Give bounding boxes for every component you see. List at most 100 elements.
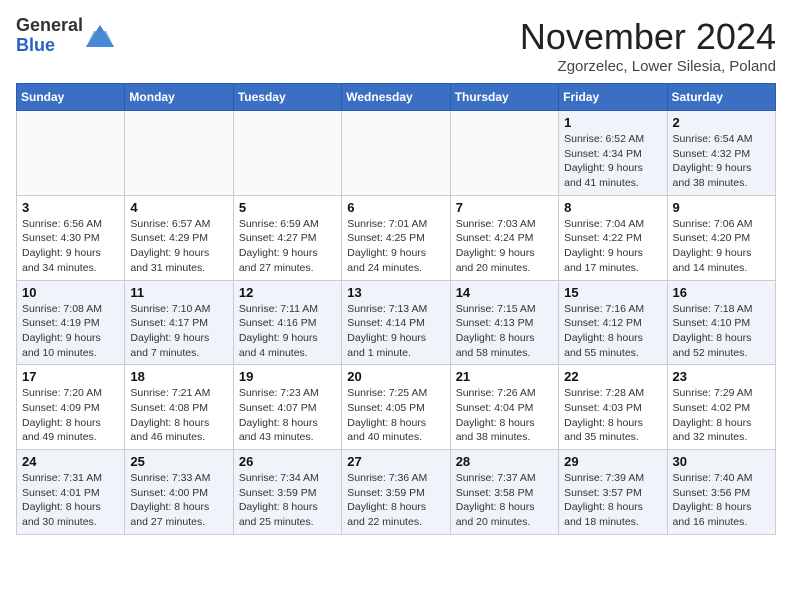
weekday-header: Wednesday <box>342 84 450 111</box>
day-number: 2 <box>673 115 770 130</box>
day-number: 14 <box>456 285 553 300</box>
day-number: 1 <box>564 115 661 130</box>
calendar-cell: 9Sunrise: 7:06 AM Sunset: 4:20 PM Daylig… <box>667 195 775 280</box>
day-info: Sunrise: 6:52 AM Sunset: 4:34 PM Dayligh… <box>564 132 661 191</box>
calendar-cell: 27 Sunrise: 7:36 AM Sunset: 3:59 PM Dayli… <box>342 450 450 535</box>
day-number: 15 <box>564 285 661 300</box>
calendar-cell: 11 Sunrise: 7:10 AM Sunset: 4:17 PM Dayli… <box>125 280 233 365</box>
calendar-week-row: 10Sunrise: 7:08 AM Sunset: 4:19 PM Dayli… <box>17 280 776 365</box>
calendar-cell: 3 Sunrise: 6:56 AM Sunset: 4:30 PM Daylig… <box>17 195 125 280</box>
day-info: Sunrise: 7:34 AM Sunset: 3:59 PM Dayligh… <box>239 471 336 530</box>
calendar-cell: 6 Sunrise: 7:01 AM Sunset: 4:25 PM Daylig… <box>342 195 450 280</box>
calendar-cell: 5 Sunrise: 6:59 AM Sunset: 4:27 PM Daylig… <box>233 195 341 280</box>
calendar-week-row: 24Sunrise: 7:31 AM Sunset: 4:01 PM Dayli… <box>17 450 776 535</box>
calendar-cell <box>342 111 450 196</box>
day-number: 23 <box>673 369 770 384</box>
day-info: Sunrise: 7:33 AM Sunset: 4:00 PM Dayligh… <box>130 471 227 530</box>
weekday-header: Friday <box>559 84 667 111</box>
day-number: 28 <box>456 454 553 469</box>
day-info: Sunrise: 7:36 AM Sunset: 3:59 PM Dayligh… <box>347 471 444 530</box>
day-info: Sunrise: 7:29 AM Sunset: 4:02 PM Dayligh… <box>673 386 770 445</box>
day-number: 12 <box>239 285 336 300</box>
calendar-cell: 21Sunrise: 7:26 AM Sunset: 4:04 PM Dayli… <box>450 365 558 450</box>
day-number: 5 <box>239 200 336 215</box>
calendar-cell <box>233 111 341 196</box>
day-info: Sunrise: 7:20 AM Sunset: 4:09 PM Dayligh… <box>22 386 119 445</box>
calendar-cell: 15 Sunrise: 7:16 AM Sunset: 4:12 PM Dayli… <box>559 280 667 365</box>
calendar-cell: 19 Sunrise: 7:23 AM Sunset: 4:07 PM Dayli… <box>233 365 341 450</box>
day-number: 16 <box>673 285 770 300</box>
calendar-cell: 28Sunrise: 7:37 AM Sunset: 3:58 PM Dayli… <box>450 450 558 535</box>
calendar-cell: 13 Sunrise: 7:13 AM Sunset: 4:14 PM Dayli… <box>342 280 450 365</box>
day-info: Sunrise: 6:54 AM Sunset: 4:32 PM Dayligh… <box>673 132 770 191</box>
day-number: 10 <box>22 285 119 300</box>
month-title: November 2024 <box>520 16 776 58</box>
day-number: 13 <box>347 285 444 300</box>
location: Zgorzelec, Lower Silesia, Poland <box>520 58 776 75</box>
day-number: 7 <box>456 200 553 215</box>
day-number: 24 <box>22 454 119 469</box>
calendar-week-row: 3 Sunrise: 6:56 AM Sunset: 4:30 PM Daylig… <box>17 195 776 280</box>
day-info: Sunrise: 7:18 AM Sunset: 4:10 PM Dayligh… <box>673 302 770 361</box>
day-number: 27 <box>347 454 444 469</box>
title-area: November 2024 Zgorzelec, Lower Silesia, … <box>520 16 776 75</box>
day-number: 11 <box>130 285 227 300</box>
calendar-cell: 4Sunrise: 6:57 AM Sunset: 4:29 PM Daylig… <box>125 195 233 280</box>
weekday-header: Sunday <box>17 84 125 111</box>
day-number: 4 <box>130 200 227 215</box>
day-info: Sunrise: 7:26 AM Sunset: 4:04 PM Dayligh… <box>456 386 553 445</box>
weekday-header: Tuesday <box>233 84 341 111</box>
calendar-cell: 24Sunrise: 7:31 AM Sunset: 4:01 PM Dayli… <box>17 450 125 535</box>
calendar-cell: 22Sunrise: 7:28 AM Sunset: 4:03 PM Dayli… <box>559 365 667 450</box>
day-info: Sunrise: 7:21 AM Sunset: 4:08 PM Dayligh… <box>130 386 227 445</box>
calendar-cell: 17 Sunrise: 7:20 AM Sunset: 4:09 PM Dayli… <box>17 365 125 450</box>
day-number: 20 <box>347 369 444 384</box>
calendar-cell: 8 Sunrise: 7:04 AM Sunset: 4:22 PM Daylig… <box>559 195 667 280</box>
weekday-header: Monday <box>125 84 233 111</box>
calendar-week-row: 1 Sunrise: 6:52 AM Sunset: 4:34 PM Daylig… <box>17 111 776 196</box>
day-info: Sunrise: 7:06 AM Sunset: 4:20 PM Dayligh… <box>673 217 770 276</box>
day-number: 18 <box>130 369 227 384</box>
day-info: Sunrise: 7:16 AM Sunset: 4:12 PM Dayligh… <box>564 302 661 361</box>
day-info: Sunrise: 7:13 AM Sunset: 4:14 PM Dayligh… <box>347 302 444 361</box>
calendar-cell: 25 Sunrise: 7:33 AM Sunset: 4:00 PM Dayli… <box>125 450 233 535</box>
calendar-cell: 14 Sunrise: 7:15 AM Sunset: 4:13 PM Dayli… <box>450 280 558 365</box>
day-info: Sunrise: 7:03 AM Sunset: 4:24 PM Dayligh… <box>456 217 553 276</box>
logo-icon <box>86 25 114 47</box>
weekday-header: Thursday <box>450 84 558 111</box>
calendar-cell <box>17 111 125 196</box>
calendar-cell: 12Sunrise: 7:11 AM Sunset: 4:16 PM Dayli… <box>233 280 341 365</box>
day-info: Sunrise: 7:23 AM Sunset: 4:07 PM Dayligh… <box>239 386 336 445</box>
day-info: Sunrise: 7:25 AM Sunset: 4:05 PM Dayligh… <box>347 386 444 445</box>
day-number: 8 <box>564 200 661 215</box>
weekday-header-row: SundayMondayTuesdayWednesdayThursdayFrid… <box>17 84 776 111</box>
day-info: Sunrise: 7:39 AM Sunset: 3:57 PM Dayligh… <box>564 471 661 530</box>
day-number: 25 <box>130 454 227 469</box>
calendar-cell: 30Sunrise: 7:40 AM Sunset: 3:56 PM Dayli… <box>667 450 775 535</box>
day-number: 19 <box>239 369 336 384</box>
day-info: Sunrise: 7:15 AM Sunset: 4:13 PM Dayligh… <box>456 302 553 361</box>
day-info: Sunrise: 6:56 AM Sunset: 4:30 PM Dayligh… <box>22 217 119 276</box>
calendar-cell: 18 Sunrise: 7:21 AM Sunset: 4:08 PM Dayli… <box>125 365 233 450</box>
calendar-cell: 23 Sunrise: 7:29 AM Sunset: 4:02 PM Dayli… <box>667 365 775 450</box>
calendar-cell <box>125 111 233 196</box>
day-info: Sunrise: 7:01 AM Sunset: 4:25 PM Dayligh… <box>347 217 444 276</box>
day-number: 30 <box>673 454 770 469</box>
day-info: Sunrise: 7:10 AM Sunset: 4:17 PM Dayligh… <box>130 302 227 361</box>
logo: General Blue <box>16 16 114 56</box>
day-number: 3 <box>22 200 119 215</box>
day-number: 17 <box>22 369 119 384</box>
day-info: Sunrise: 6:59 AM Sunset: 4:27 PM Dayligh… <box>239 217 336 276</box>
logo-general: General <box>16 15 83 35</box>
calendar-cell <box>450 111 558 196</box>
calendar-cell: 2 Sunrise: 6:54 AM Sunset: 4:32 PM Daylig… <box>667 111 775 196</box>
day-info: Sunrise: 7:28 AM Sunset: 4:03 PM Dayligh… <box>564 386 661 445</box>
calendar-cell: 20 Sunrise: 7:25 AM Sunset: 4:05 PM Dayli… <box>342 365 450 450</box>
day-number: 6 <box>347 200 444 215</box>
calendar-table: SundayMondayTuesdayWednesdayThursdayFrid… <box>16 83 776 535</box>
logo-blue: Blue <box>16 35 55 55</box>
day-info: Sunrise: 7:04 AM Sunset: 4:22 PM Dayligh… <box>564 217 661 276</box>
calendar-week-row: 17 Sunrise: 7:20 AM Sunset: 4:09 PM Dayli… <box>17 365 776 450</box>
day-number: 29 <box>564 454 661 469</box>
calendar-cell: 7 Sunrise: 7:03 AM Sunset: 4:24 PM Daylig… <box>450 195 558 280</box>
